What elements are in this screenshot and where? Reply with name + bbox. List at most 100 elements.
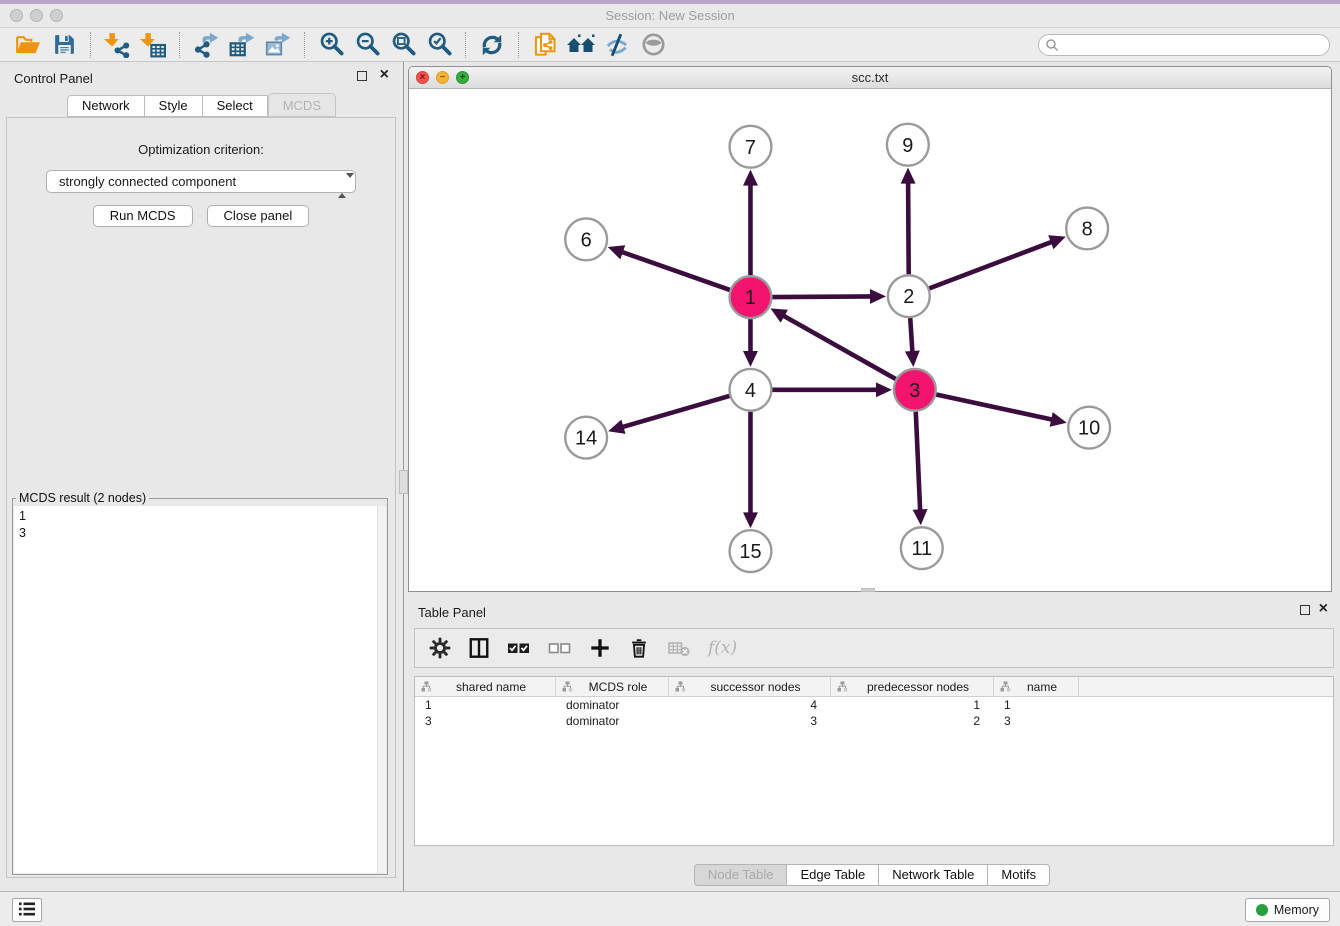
export-network-icon[interactable]: [191, 31, 221, 59]
table-cell[interactable]: dominator: [556, 713, 669, 729]
graph-node-label: 14: [575, 428, 597, 450]
session-title: Session: New Session: [0, 4, 1340, 27]
zoom-selected-icon[interactable]: [424, 31, 454, 59]
column-header[interactable]: successor nodes: [669, 677, 831, 696]
close-window-icon[interactable]: [10, 9, 23, 22]
graph-edge-arrowhead: [743, 512, 758, 528]
float-panel-icon[interactable]: [357, 71, 367, 81]
import-network-icon[interactable]: [102, 31, 132, 59]
tab-select[interactable]: Select: [203, 95, 268, 117]
gear-icon[interactable]: [429, 637, 451, 659]
export-table-icon[interactable]: [227, 31, 257, 59]
table-panel-tabs: Node Table Edge Table Network Table Moti…: [404, 864, 1340, 886]
column-header-label: shared name: [435, 680, 555, 694]
task-history-button[interactable]: [12, 898, 42, 922]
show-eye-icon[interactable]: [638, 31, 668, 59]
search-icon: [1045, 38, 1059, 55]
table-cell[interactable]: 1: [831, 697, 994, 713]
memory-button[interactable]: Memory: [1245, 898, 1330, 922]
float-table-panel-icon[interactable]: [1300, 605, 1310, 615]
column-attribute-icon: [421, 681, 432, 692]
column-header[interactable]: name: [994, 677, 1079, 696]
column-header[interactable]: MCDS role: [556, 677, 669, 696]
deselect-all-icon[interactable]: [548, 637, 572, 659]
control-panel-header: Control Panel ×: [0, 62, 403, 92]
hide-network-icon[interactable]: [602, 31, 632, 59]
select-all-icon[interactable]: [507, 637, 531, 659]
control-panel: Control Panel × Network Style Select MCD…: [0, 62, 404, 891]
table-cell[interactable]: 2: [831, 713, 994, 729]
zoom-in-icon[interactable]: [316, 31, 346, 59]
graph-edge[interactable]: [916, 412, 920, 513]
refresh-layout-icon[interactable]: [477, 31, 507, 59]
panel-splitter-grip[interactable]: [399, 470, 408, 494]
graph-edge[interactable]: [782, 315, 896, 379]
graph-edge-arrowhead: [905, 351, 920, 367]
tab-network[interactable]: Network: [67, 95, 145, 117]
table-cell[interactable]: 1: [994, 697, 1079, 713]
search-input[interactable]: [1038, 34, 1330, 56]
clone-network-icon[interactable]: [530, 31, 560, 59]
graph-edge[interactable]: [772, 296, 873, 297]
titlebar: Session: New Session: [0, 4, 1340, 28]
table-cell[interactable]: 4: [669, 697, 831, 713]
tab-node-table[interactable]: Node Table: [694, 864, 788, 886]
tab-motifs[interactable]: Motifs: [988, 864, 1050, 886]
table-row[interactable]: 3dominator323: [415, 713, 1333, 729]
network-canvas[interactable]: 1234678910111415: [409, 89, 1331, 591]
optimization-criterion-dropdown[interactable]: strongly connected component: [46, 170, 356, 193]
graph-edge[interactable]: [620, 251, 730, 290]
open-session-icon[interactable]: [13, 31, 43, 59]
minimize-window-icon[interactable]: [30, 9, 43, 22]
network-close-icon[interactable]: ×: [416, 71, 429, 84]
import-table-icon[interactable]: [138, 31, 168, 59]
mcds-result-output[interactable]: 1 3: [14, 506, 386, 873]
network-window-titlebar[interactable]: × − + scc.txt: [409, 67, 1331, 89]
table-cell[interactable]: 3: [415, 713, 556, 729]
graph-edge[interactable]: [910, 318, 912, 354]
graph-edge-arrowhead: [743, 351, 758, 367]
tab-style[interactable]: Style: [145, 95, 203, 117]
table-row[interactable]: 1dominator411: [415, 697, 1333, 713]
delete-column-icon[interactable]: [628, 637, 650, 659]
graph-edge[interactable]: [621, 396, 730, 428]
tab-edge-table[interactable]: Edge Table: [787, 864, 879, 886]
table-cell[interactable]: 3: [669, 713, 831, 729]
zoom-window-icon[interactable]: [50, 9, 63, 22]
run-mcds-button[interactable]: Run MCDS: [93, 205, 193, 227]
table-cell[interactable]: 3: [994, 713, 1079, 729]
column-header-label: predecessor nodes: [851, 680, 993, 694]
control-panel-title: Control Panel: [14, 71, 93, 86]
table-cell[interactable]: dominator: [556, 697, 669, 713]
table-cell[interactable]: 1: [415, 697, 556, 713]
column-header[interactable]: predecessor nodes: [831, 677, 994, 696]
homes-icon[interactable]: [566, 31, 596, 59]
network-minimize-icon[interactable]: −: [436, 71, 449, 84]
column-attribute-icon: [675, 681, 686, 692]
close-panel-icon[interactable]: ×: [380, 66, 389, 84]
split-columns-icon[interactable]: [468, 637, 490, 659]
function-builder-icon: f(x): [708, 638, 737, 658]
tab-mcds[interactable]: MCDS: [268, 93, 336, 117]
tab-network-table[interactable]: Network Table: [879, 864, 988, 886]
table-panel-header: Table Panel ×: [404, 596, 1340, 626]
graph-edge[interactable]: [929, 241, 1053, 288]
column-header[interactable]: shared name: [415, 677, 556, 696]
graph-node-label: 8: [1082, 218, 1093, 240]
zoom-out-icon[interactable]: [352, 31, 382, 59]
add-column-icon[interactable]: [589, 637, 611, 659]
export-image-icon[interactable]: [263, 31, 293, 59]
column-attribute-icon: [1000, 681, 1011, 692]
close-table-panel-icon[interactable]: ×: [1319, 600, 1328, 618]
mcds-result-scrollbar[interactable]: [377, 506, 386, 873]
graph-edge[interactable]: [936, 394, 1054, 420]
zoom-fit-icon[interactable]: [388, 31, 418, 59]
network-maximize-icon[interactable]: +: [456, 71, 469, 84]
delete-table-icon: [667, 637, 691, 659]
graph-edge[interactable]: [908, 181, 909, 275]
network-resize-grip[interactable]: [861, 588, 875, 592]
save-session-icon[interactable]: [49, 31, 79, 59]
column-header-label: successor nodes: [689, 680, 830, 694]
table-toolbar: f(x): [414, 628, 1334, 668]
close-panel-button[interactable]: Close panel: [207, 205, 310, 227]
